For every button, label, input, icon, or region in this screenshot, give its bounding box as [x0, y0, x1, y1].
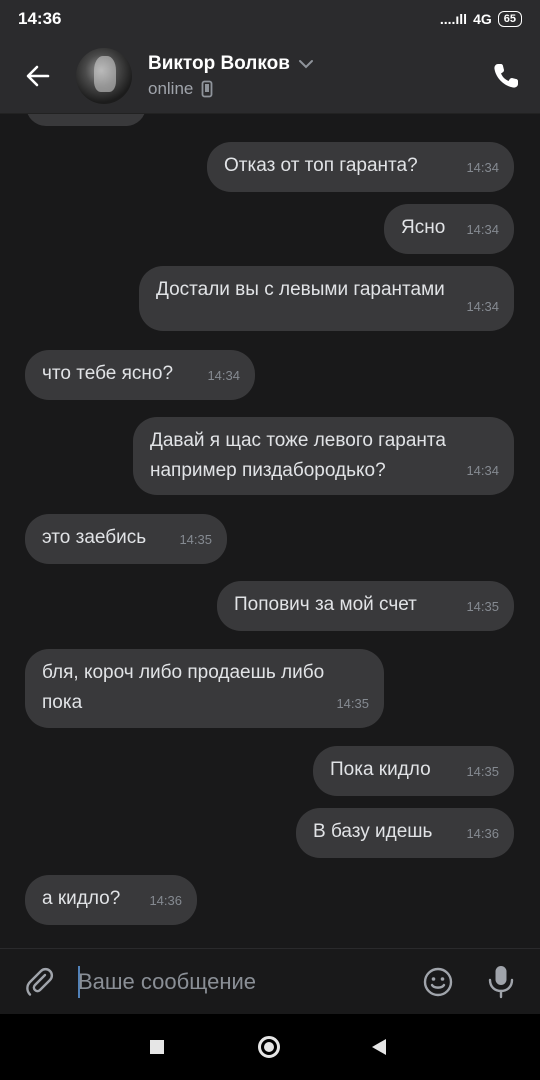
- paperclip-icon[interactable]: [24, 966, 56, 998]
- message-bubble-outgoing[interactable]: В базу идешь 14:36: [296, 808, 514, 858]
- microphone-icon[interactable]: [486, 964, 516, 1000]
- message-list[interactable]: Отказ от топ гаранта? 14:34 Ясно 14:34 Доста…: [0, 114, 540, 948]
- battery-level: 65: [503, 12, 516, 25]
- message-text: Отказ от топ гаранта?: [224, 155, 418, 176]
- message-timestamp: 14:36: [149, 893, 182, 908]
- message-bubble-outgoing[interactable]: Давай я щас тоже левого гаранта например…: [133, 417, 514, 495]
- message-timestamp: 14:35: [336, 696, 369, 711]
- composer-bar: Ваше сообщение: [0, 948, 540, 1014]
- back-button[interactable]: [16, 54, 60, 98]
- system-navigation-bar: [0, 1014, 540, 1080]
- message-timestamp: 14:34: [466, 222, 499, 237]
- phone-icon[interactable]: [490, 60, 522, 92]
- smile-icon[interactable]: [422, 966, 454, 998]
- message-input[interactable]: Ваше сообщение: [78, 963, 398, 1001]
- message-timestamp: 14:34: [466, 299, 499, 314]
- status-time: 14:36: [18, 9, 62, 28]
- status-indicators: ....ıll 4G 65: [440, 11, 522, 27]
- message-text: Давай я щас тоже левого гаранта например…: [150, 430, 446, 481]
- message-text: Достали вы с левыми гарантами: [156, 279, 445, 300]
- arrow-left-icon: [26, 65, 50, 86]
- contact-status: online: [148, 78, 194, 98]
- battery-icon: 65: [497, 11, 522, 27]
- system-back-button[interactable]: [372, 1039, 386, 1055]
- message-bubble-incoming[interactable]: это заебись 14:35: [25, 514, 227, 564]
- message-bubble-outgoing[interactable]: Попович за мой счет 14:35: [217, 581, 514, 631]
- message-text: бля, короч либо продаешь либо пока: [42, 662, 325, 713]
- message-bubble-outgoing[interactable]: Пока кидло 14:35: [313, 746, 514, 796]
- message-bubble-incoming[interactable]: бля, короч либо продаешь либо пока 14:35: [25, 649, 384, 728]
- chevron-down-icon: [298, 59, 313, 68]
- message-timestamp: 14:34: [466, 160, 499, 175]
- contact-name: Виктор Волков: [148, 52, 290, 74]
- avatar[interactable]: [76, 47, 132, 104]
- network-type: 4G: [473, 11, 492, 27]
- message-bubble-outgoing[interactable]: Отказ от топ гаранта? 14:34: [207, 142, 514, 192]
- signal-icon: ....ıll: [439, 11, 468, 27]
- message-timestamp: 14:35: [466, 599, 499, 614]
- message-bubble-outgoing[interactable]: Ясно 14:34: [384, 204, 514, 254]
- status-bar: 14:36 ....ıll 4G 65: [0, 0, 540, 38]
- contact-info[interactable]: Виктор Волков online: [148, 53, 314, 99]
- mobile-device-icon: [201, 80, 213, 97]
- home-button[interactable]: [258, 1036, 280, 1058]
- message-timestamp: 14:35: [466, 764, 499, 779]
- message-timestamp: 14:34: [466, 463, 499, 478]
- chat-header: Виктор Волков online: [0, 38, 540, 114]
- message-timestamp: 14:34: [207, 368, 240, 383]
- recents-button[interactable]: [150, 1040, 164, 1054]
- message-timestamp: 14:36: [466, 826, 499, 841]
- message-bubble-outgoing[interactable]: Достали вы с левыми гарантами 14:34: [139, 266, 514, 331]
- message-bubble-incoming[interactable]: что тебе ясно? 14:34: [25, 350, 255, 400]
- message-text: Попович за мой счет: [234, 594, 417, 615]
- message-timestamp: 14:35: [179, 532, 212, 547]
- message-bubble-incoming[interactable]: а кидло? 14:36: [25, 875, 197, 925]
- message-bubble-partial: [26, 114, 146, 126]
